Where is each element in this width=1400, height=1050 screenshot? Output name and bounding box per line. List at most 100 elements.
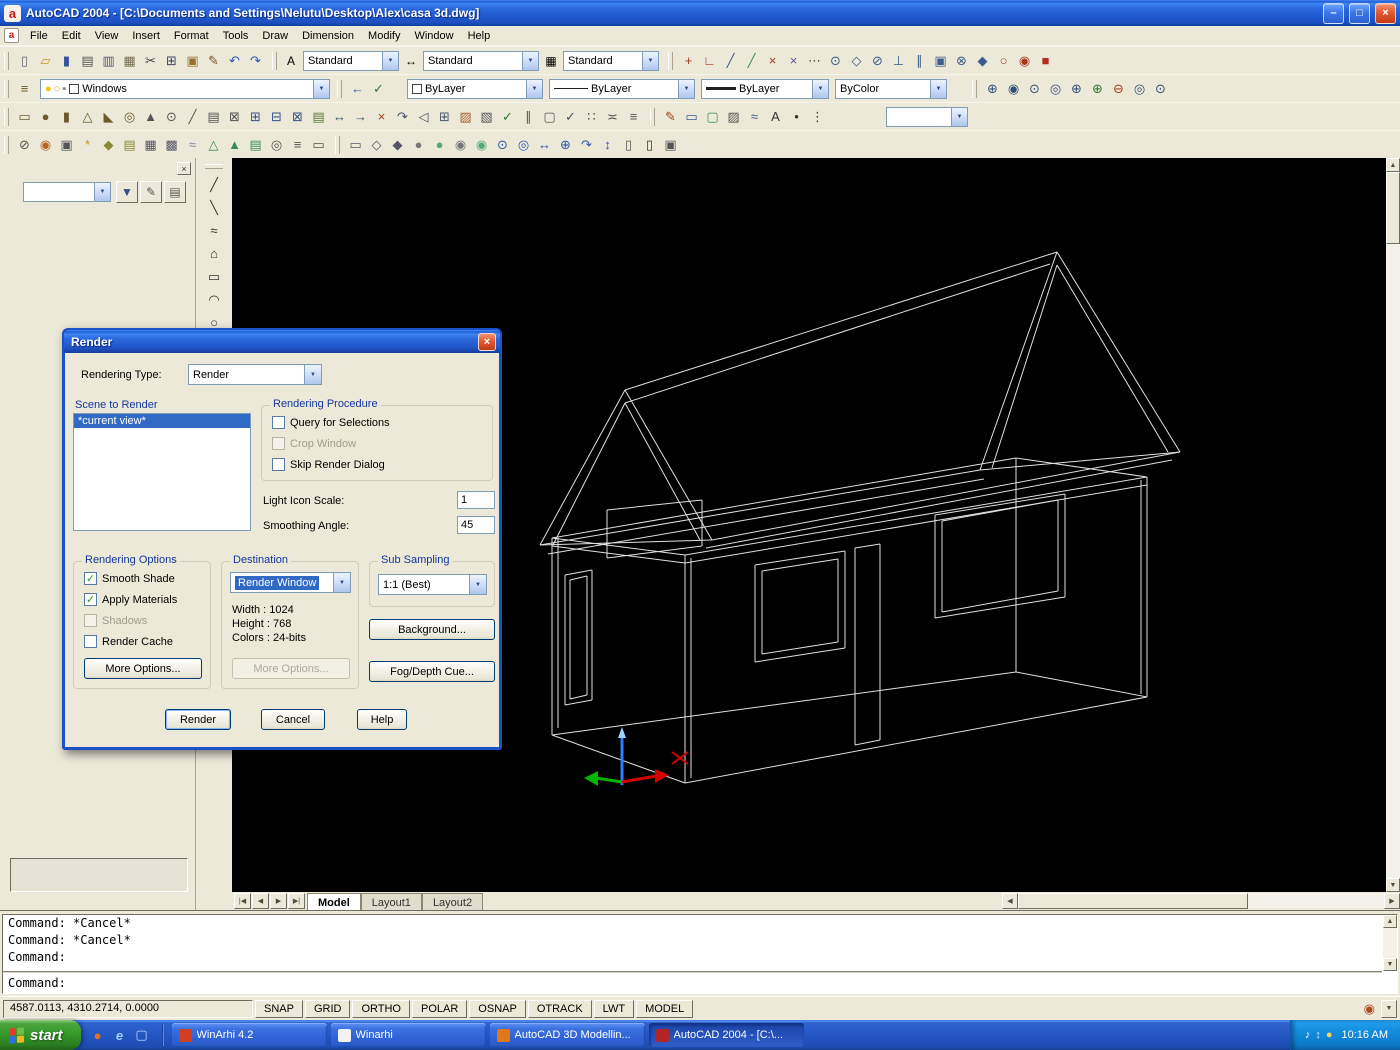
coordinates-readout[interactable]: 4587.0113, 4310.2714, 0.0000 [3,999,253,1018]
zoom-scale-icon[interactable]: ⊙ [1024,78,1045,99]
dropdown-arrow-icon[interactable]: ▼ [94,183,110,201]
check-icon[interactable]: ✓ [560,106,581,127]
filter-icon[interactable]: ▼ [116,181,138,203]
divide-icon[interactable]: ⋮ [807,106,828,127]
save-icon[interactable]: ▮ [56,50,77,71]
firefox-icon[interactable]: ● [89,1026,107,1044]
revolve-icon[interactable]: ⊙ [161,106,182,127]
command-scrollbar[interactable]: ▲ ▼ [1383,915,1397,971]
region-icon[interactable]: ▭ [681,106,702,127]
dialog-close-icon[interactable]: × [478,332,496,351]
zoom-center-icon[interactable]: ◎ [1045,78,1066,99]
move-faces-icon[interactable]: ↔ [329,106,350,127]
render-window-icon[interactable]: ▭ [308,134,329,155]
command-prompt[interactable]: Command: [3,971,1382,993]
flat-shaded-icon[interactable]: ● [408,134,429,155]
task-winarhi-42[interactable]: WinArhi 4.2 [171,1023,327,1047]
tab-layout2[interactable]: Layout2 [421,893,484,910]
menu-view[interactable]: View [88,28,126,44]
start-button[interactable]: start [0,1020,81,1050]
scenes-icon[interactable]: ▣ [56,134,77,155]
menu-tools[interactable]: Tools [216,28,256,44]
smoothing-angle-input[interactable] [457,516,495,534]
osnap-settings-icon[interactable]: ◉ [1014,50,1035,71]
list-icon[interactable]: ▤ [164,181,186,203]
snap-to-insert-icon[interactable]: ▣ [930,50,951,71]
menu-insert[interactable]: Insert [125,28,167,44]
delete-faces-icon[interactable]: × [371,106,392,127]
dropdown-arrow-icon[interactable]: ▼ [313,79,329,98]
task-winarhi[interactable]: Winarhi [330,1023,486,1047]
snap-toggle[interactable]: SNAP [255,999,303,1018]
gouraud-shaded-icon[interactable]: ● [429,134,450,155]
apply-materials-checkbox[interactable]: ✓ Apply Materials [84,593,177,606]
menu-draw[interactable]: Draw [255,28,295,44]
rendering-type-combo[interactable]: Render ▼ [188,364,322,385]
3d-pan-icon[interactable]: ↔ [534,134,555,155]
prev-tab-button[interactable]: ◀ [252,893,269,909]
dynamic-ucs-icon[interactable]: ■ [1035,50,1056,71]
linetype-combo[interactable]: ByLayer ▼ [549,78,695,99]
menu-dimension[interactable]: Dimension [295,28,361,44]
scrollbar-thumb[interactable] [1386,172,1400,244]
snap-to-none-icon[interactable]: ○ [993,50,1014,71]
snap-to-center-icon[interactable]: ⊙ [825,50,846,71]
snap-to-midpoint-icon[interactable]: ╱ [741,50,762,71]
dropdown-arrow-icon[interactable]: ▼ [930,79,946,98]
snap-to-endpoint-icon[interactable]: ╱ [720,50,741,71]
task-autocad-2004[interactable]: AutoCAD 2004 - [C:\... [648,1023,804,1047]
edit-icon[interactable]: ✎ [140,181,162,203]
dim-style-combo[interactable]: Standard ▼ [423,50,539,71]
point-icon[interactable]: • [786,106,807,127]
text-style-combo[interactable]: Standard ▼ [303,50,399,71]
landscape-new-icon[interactable]: △ [203,134,224,155]
paste-icon[interactable]: ▣ [182,50,203,71]
minimize-button[interactable]: – [1323,2,1344,24]
cancel-button[interactable]: Cancel [261,709,325,730]
intersect-icon[interactable]: ⊠ [287,106,308,127]
revision-cloud-icon[interactable]: ≈ [204,220,225,241]
torus-icon[interactable]: ◎ [119,106,140,127]
hide-icon[interactable]: ⊘ [14,134,35,155]
extrude-faces-icon[interactable]: ▤ [308,106,329,127]
sphere-icon[interactable]: ● [35,106,56,127]
internet-explorer-icon[interactable]: e [111,1026,129,1044]
snap-to-extension-icon[interactable]: ⋯ [804,50,825,71]
offset-faces-icon[interactable]: → [350,106,371,127]
palette-close-icon[interactable]: × [177,162,191,175]
color-combo[interactable]: ByLayer ▼ [407,78,543,99]
construction-line-icon[interactable]: ╲ [204,197,225,218]
scene-listbox[interactable]: *current view* [73,413,251,531]
polygon-icon[interactable]: ⌂ [204,243,225,264]
undo-icon[interactable]: ↶ [224,50,245,71]
dropdown-arrow-icon[interactable]: ▼ [382,51,398,70]
zoom-all-icon[interactable]: ◎ [1129,78,1150,99]
cut-icon[interactable]: ✂ [140,50,161,71]
tab-layout1[interactable]: Layout1 [360,893,422,910]
arc-icon[interactable]: ◠ [204,289,225,310]
gouraud-shaded-edges-icon[interactable]: ◉ [471,134,492,155]
3d-wireframe-icon[interactable]: ◇ [366,134,387,155]
scroll-down-icon[interactable]: ▼ [1383,958,1397,971]
last-tab-button[interactable]: ▶| [288,893,305,909]
dropdown-arrow-icon[interactable]: ▼ [642,51,658,70]
updates-icon[interactable]: ● [1326,1029,1333,1041]
plot-preview-icon[interactable]: ▥ [98,50,119,71]
3d-array-icon[interactable]: ∷ [581,106,602,127]
snap-from-icon[interactable]: ∟ [699,50,720,71]
background-icon[interactable]: ▩ [161,134,182,155]
skip-render-dialog-checkbox[interactable]: Skip Render Dialog [272,458,385,471]
fog-icon[interactable]: ≈ [182,134,203,155]
render-button[interactable]: Render [165,709,231,730]
show-desktop-icon[interactable]: ▢ [133,1026,151,1044]
copy-icon[interactable]: ⊞ [161,50,182,71]
shadows-checkbox[interactable]: Shadows [84,614,147,627]
interference-icon[interactable]: ⊠ [224,106,245,127]
snap-to-nearest-icon[interactable]: ◆ [972,50,993,71]
box-icon[interactable]: ▭ [14,106,35,127]
temporary-track-point-icon[interactable]: + [678,50,699,71]
boundary-icon[interactable]: ▢ [702,106,723,127]
network-icon[interactable]: ↕ [1315,1029,1321,1041]
3d-adjust-distance-icon[interactable]: ↕ [597,134,618,155]
snap-to-perpendicular-icon[interactable]: ⊥ [888,50,909,71]
